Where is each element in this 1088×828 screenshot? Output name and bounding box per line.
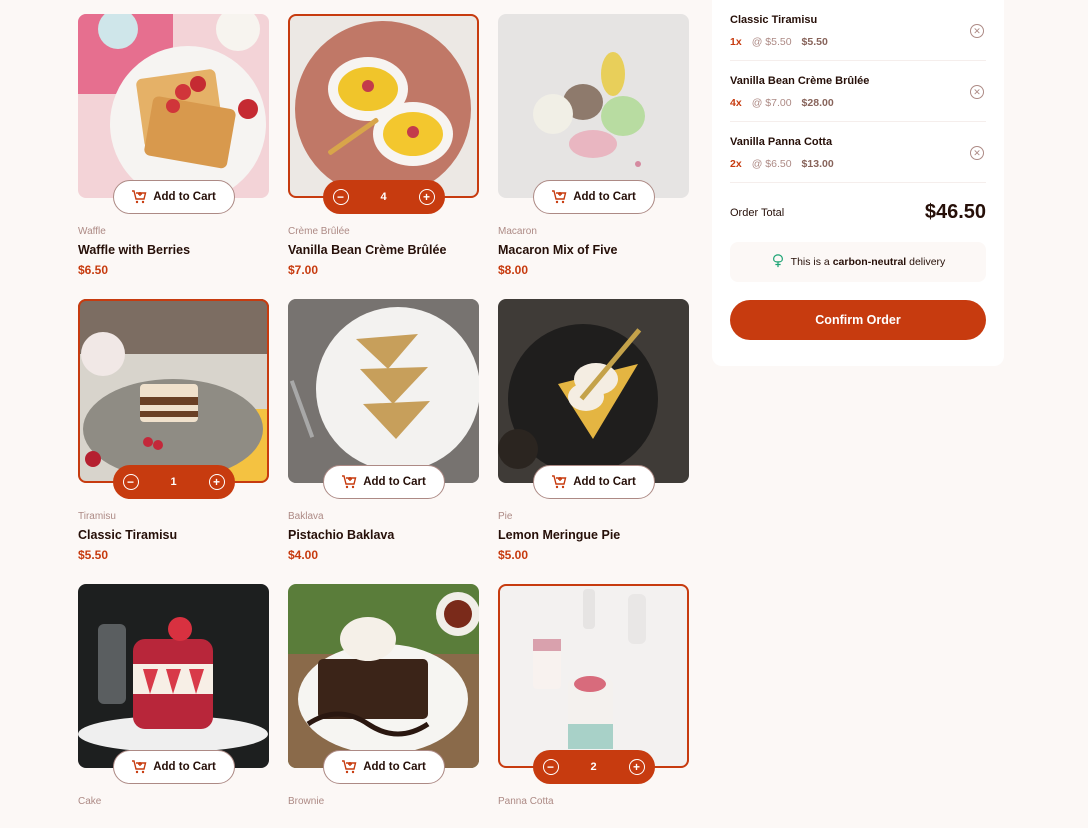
product-card: Add to Cart Macaron Macaron Mix of Five … [498, 14, 689, 277]
tiramisu-photo [78, 299, 269, 483]
product-price: $6.50 [78, 263, 109, 277]
order-total-row: Order Total $46.50 [730, 201, 986, 224]
product-category: Brownie [288, 796, 325, 807]
decrement-icon[interactable]: − [332, 189, 349, 205]
product-category: Cake [78, 796, 102, 807]
macaron-photo [498, 14, 689, 198]
cake-photo [78, 584, 269, 768]
cart-item-total: $28.00 [801, 97, 834, 109]
cart-item-qty: 2x [730, 158, 742, 170]
product-grid: Add to Cart Waffle Waffle with Berries $… [78, 14, 689, 813]
product-price: $4.00 [288, 548, 319, 562]
product-name: Classic Tiramisu [78, 528, 178, 542]
product-card: Add to Cart Waffle Waffle with Berries $… [78, 14, 269, 277]
cart-item: Classic Tiramisu 1x @ $5.50 $5.50 ✕ [730, 0, 986, 61]
cart-item-qty: 4x [730, 97, 742, 109]
add-to-cart-icon [341, 474, 357, 490]
product-card: Add to Cart Brownie [288, 584, 479, 813]
product-card: − 1 + Tiramisu Classic Tiramisu $5.50 [78, 299, 269, 562]
cart-item: Vanilla Bean Crème Brûlée 4x @ $7.00 $28… [730, 61, 986, 122]
product-card: Add to Cart Pie Lemon Meringue Pie $5.00 [498, 299, 689, 562]
cart-item-unit-price: @ $7.00 [751, 97, 792, 109]
add-to-cart-button[interactable]: Add to Cart [112, 180, 235, 214]
product-category: Waffle [78, 226, 106, 237]
add-to-cart-button[interactable]: Add to Cart [532, 465, 655, 499]
remove-item-icon[interactable]: ✕ [970, 85, 984, 99]
increment-icon[interactable]: + [418, 189, 435, 205]
product-category: Panna Cotta [498, 796, 554, 807]
add-to-cart-button[interactable]: Add to Cart [322, 465, 445, 499]
product-price: $8.00 [498, 263, 529, 277]
quantity-stepper[interactable]: − 1 + [112, 465, 235, 499]
product-category: Pie [498, 511, 513, 522]
creme-brulee-photo [288, 14, 479, 198]
quantity-stepper[interactable]: − 2 + [532, 750, 655, 784]
add-to-cart-icon [131, 189, 147, 205]
product-category: Tiramisu [78, 511, 116, 522]
waffle-photo [78, 14, 269, 198]
add-to-cart-icon [341, 759, 357, 775]
cart-item-total: $5.50 [801, 36, 828, 48]
product-name: Waffle with Berries [78, 243, 191, 257]
tree-icon [771, 253, 785, 271]
add-to-cart-icon [131, 759, 147, 775]
product-card: − 4 + Crème Brûlée Vanilla Bean Crème Br… [288, 14, 479, 277]
product-category: Baklava [288, 511, 324, 522]
product-price: $5.50 [78, 548, 109, 562]
product-category: Macaron [498, 226, 537, 237]
product-category: Crème Brûlée [288, 226, 350, 237]
cart-item: Vanilla Panna Cotta 2x @ $6.50 $13.00 ✕ [730, 122, 986, 183]
increment-icon[interactable]: + [208, 474, 225, 490]
product-card: − 2 + Panna Cotta [498, 584, 689, 813]
pie-photo [498, 299, 689, 483]
quantity-stepper[interactable]: − 4 + [322, 180, 445, 214]
cart-item-name: Vanilla Panna Cotta [730, 136, 833, 148]
baklava-photo [288, 299, 479, 483]
remove-item-icon[interactable]: ✕ [970, 24, 984, 38]
cart-item-name: Classic Tiramisu [730, 14, 818, 26]
remove-item-icon[interactable]: ✕ [970, 146, 984, 160]
product-price: $7.00 [288, 263, 319, 277]
decrement-icon[interactable]: − [542, 759, 559, 775]
cart-item-qty: 1x [730, 36, 742, 48]
add-to-cart-button[interactable]: Add to Cart [532, 180, 655, 214]
product-card: Add to Cart Cake [78, 584, 269, 813]
add-to-cart-icon [551, 474, 567, 490]
cart-item-unit-price: @ $6.50 [751, 158, 792, 170]
increment-icon[interactable]: + [628, 759, 645, 775]
order-total-value: $46.50 [924, 201, 986, 223]
product-name: Vanilla Bean Crème Brûlée [288, 243, 447, 257]
decrement-icon[interactable]: − [122, 474, 139, 490]
cart-item-total: $13.00 [801, 158, 834, 170]
product-price: $5.00 [498, 548, 529, 562]
cart-panel: Classic Tiramisu 1x @ $5.50 $5.50 ✕ Vani… [712, 0, 1004, 366]
add-to-cart-icon [551, 189, 567, 205]
cart-item-unit-price: @ $5.50 [751, 36, 792, 48]
product-card: Add to Cart Baklava Pistachio Baklava $4… [288, 299, 479, 562]
panna-cotta-photo [498, 584, 689, 768]
brownie-photo [288, 584, 479, 768]
dessert-shop-page: Add to Cart Waffle Waffle with Berries $… [0, 0, 1088, 828]
product-name: Macaron Mix of Five [498, 243, 618, 257]
add-to-cart-button[interactable]: Add to Cart [322, 750, 445, 784]
product-name: Pistachio Baklava [288, 528, 395, 542]
cart-item-name: Vanilla Bean Crème Brûlée [730, 75, 870, 87]
order-total-label: Order Total [730, 206, 785, 219]
product-name: Lemon Meringue Pie [498, 528, 621, 542]
carbon-neutral-note: This is a carbon-neutral delivery [730, 242, 986, 282]
add-to-cart-button[interactable]: Add to Cart [112, 750, 235, 784]
confirm-order-button[interactable]: Confirm Order [730, 300, 986, 340]
